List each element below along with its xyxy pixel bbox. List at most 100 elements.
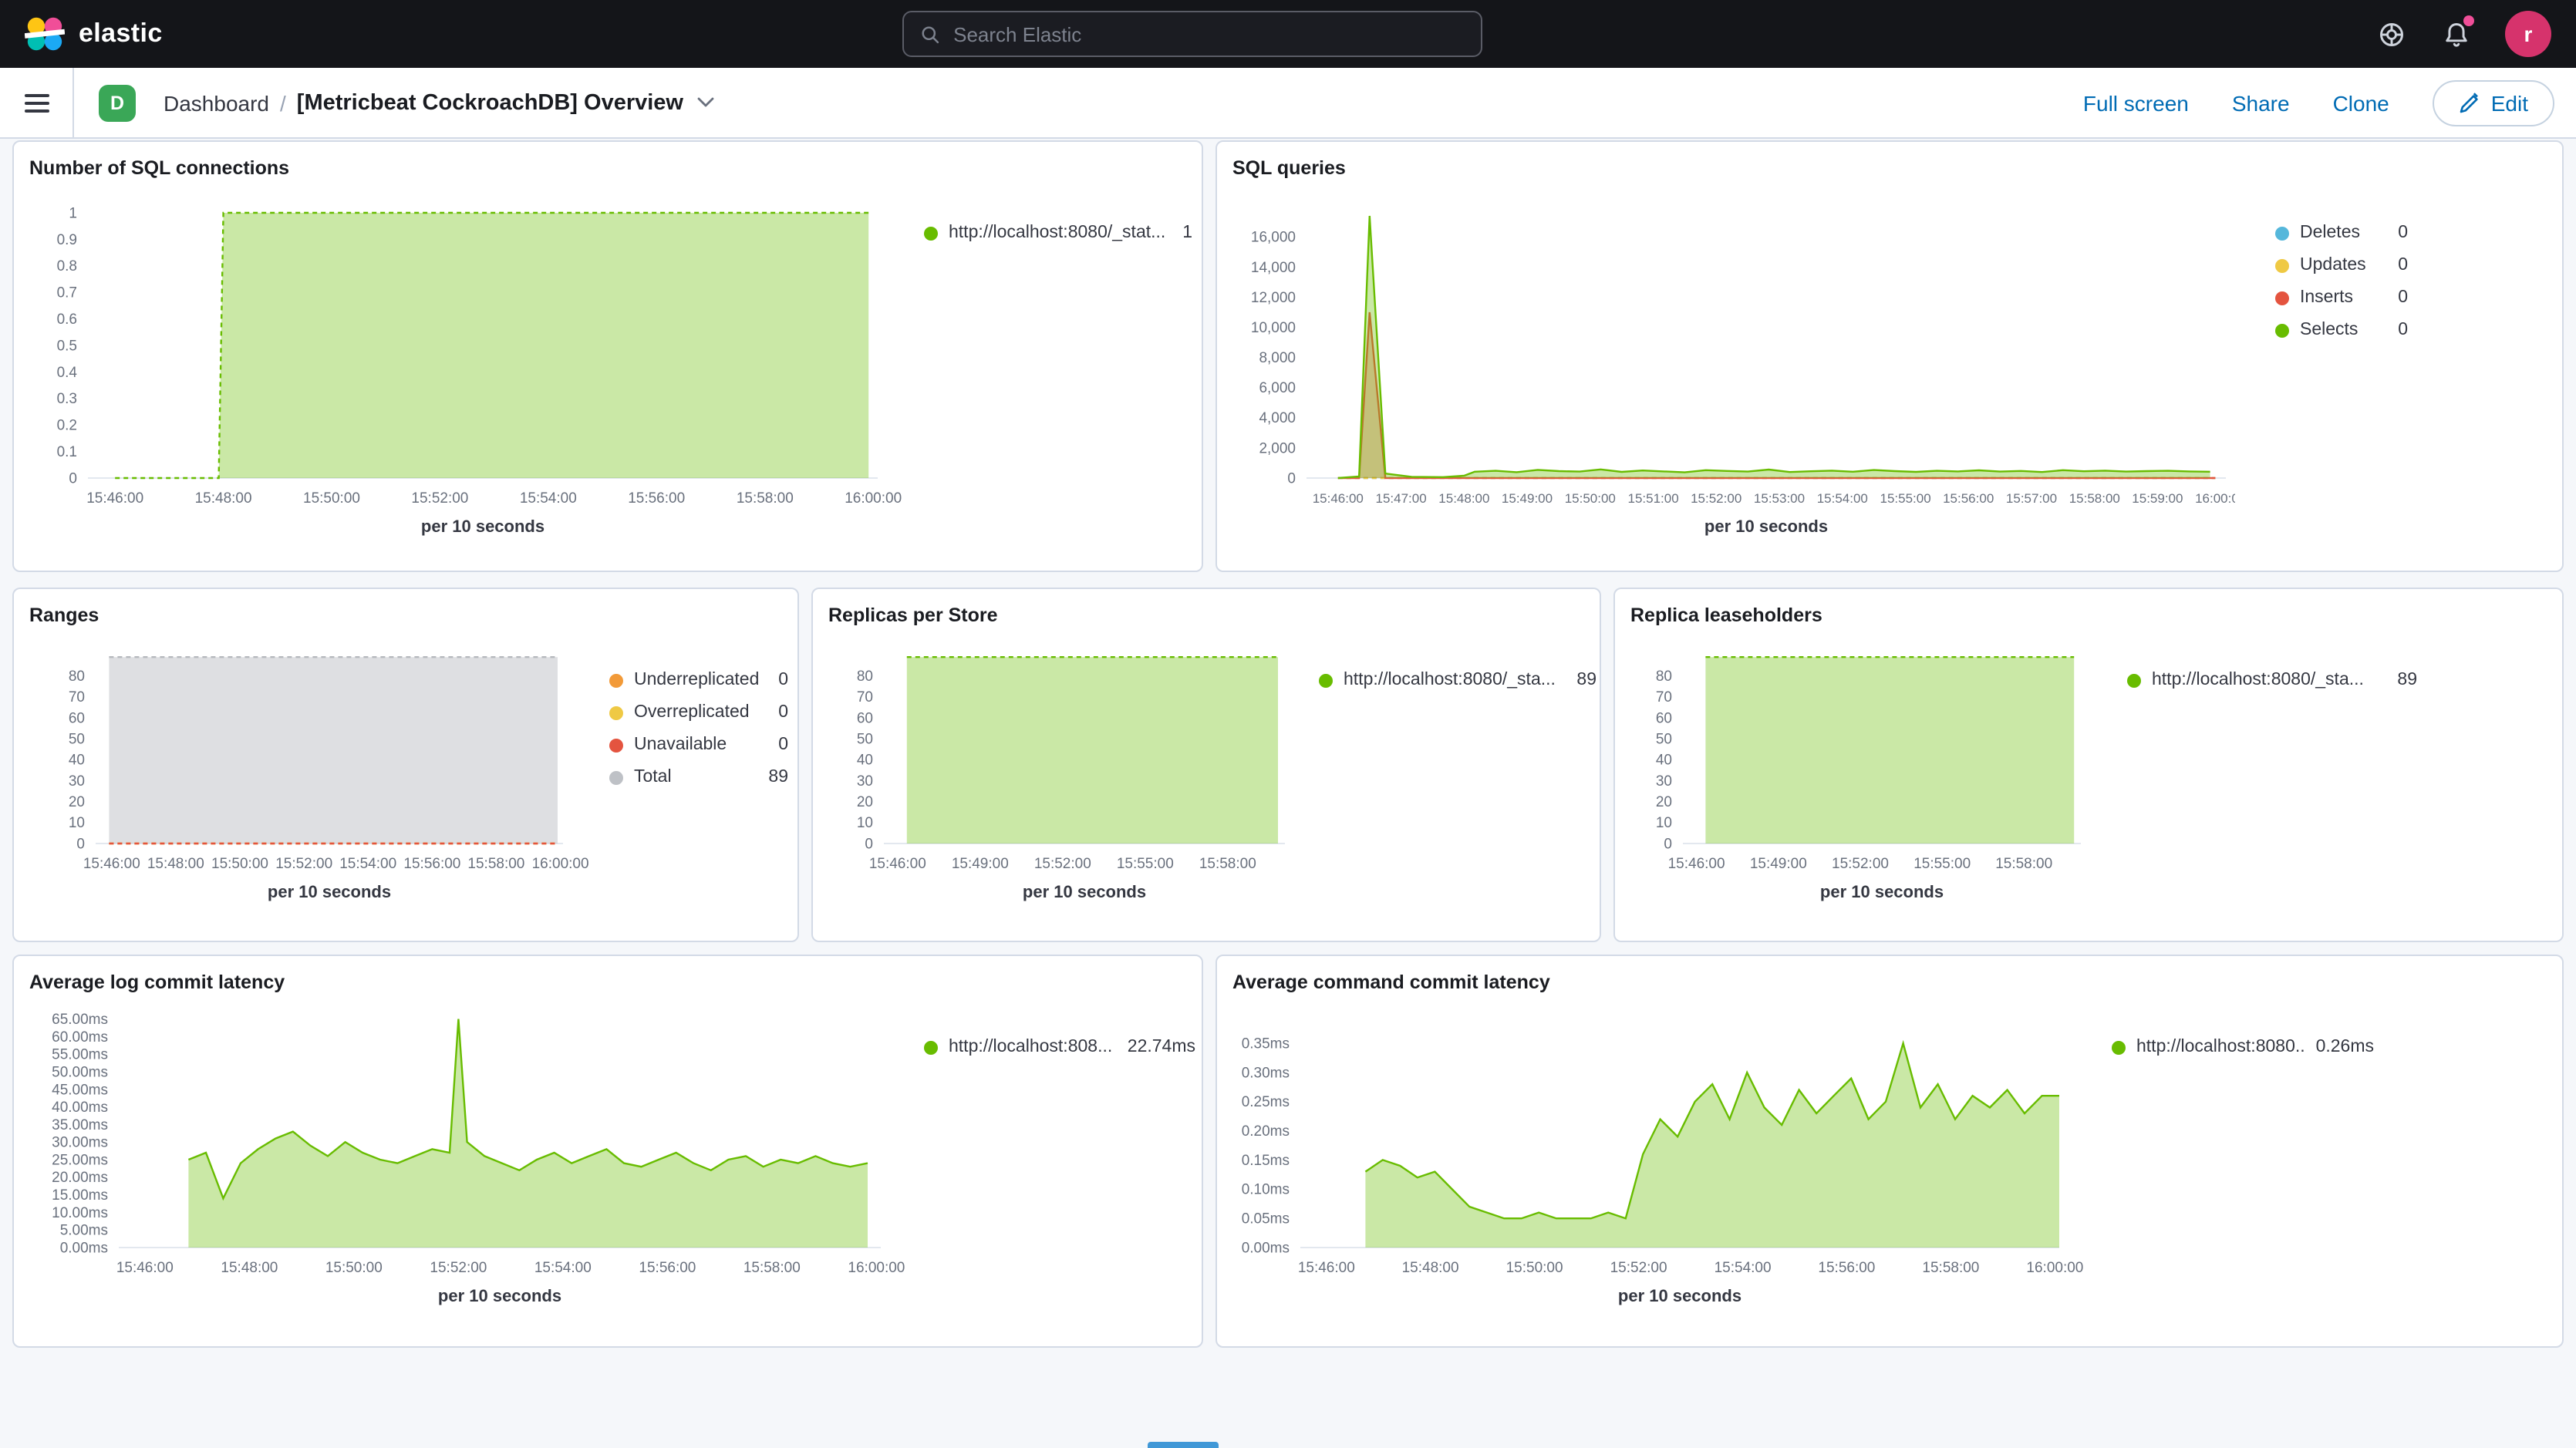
svg-text:15:50:00: 15:50:00 [1565,491,1616,506]
svg-text:10: 10 [857,815,873,831]
svg-text:14,000: 14,000 [1251,260,1296,276]
share-button[interactable]: Share [2232,90,2290,115]
svg-text:0: 0 [76,836,85,852]
legend-item[interactable]: Inserts0 [2275,287,2408,308]
edit-button[interactable]: Edit [2433,79,2554,126]
legend-item[interactable]: http://localhost:8080/_stat...1 [924,222,1192,244]
panel-sql-queries: SQL queries 02,0004,0006,0008,00010,0001… [1216,140,2564,572]
elastic-home-link[interactable]: elastic [25,14,163,54]
clone-button[interactable]: Clone [2333,90,2389,115]
svg-text:16,000: 16,000 [1251,230,1296,246]
chart-plot-area[interactable]: 0.00ms0.05ms0.10ms0.15ms0.20ms0.25ms0.30… [1229,999,2087,1285]
search-input[interactable] [953,22,1465,45]
menu-button[interactable] [0,68,74,137]
svg-text:15.00ms: 15.00ms [52,1187,108,1204]
svg-text:50: 50 [1656,732,1672,748]
legend-item[interactable]: Unavailable0 [609,734,788,756]
legend-item[interactable]: Deletes 0 [2275,222,2408,244]
svg-text:15:58:00: 15:58:00 [743,1260,801,1276]
legend-item[interactable]: http://localhost:808...22.74ms [924,1036,1195,1058]
panel-average-command-commit-latency: Average command commit latency 0.00ms0.0… [1216,955,2564,1348]
chart-plot-area[interactable]: 00.10.20.30.40.50.60.70.80.9115:46:0015:… [26,185,918,515]
legend-series-label: Deletes [2300,222,2387,244]
legend-series-label: Underreplicated [634,669,767,691]
breadcrumb-separator: / [280,90,286,115]
svg-text:50.00ms: 50.00ms [52,1064,108,1080]
legend-item[interactable]: Total89 [609,766,788,788]
svg-text:15:50:00: 15:50:00 [325,1260,383,1276]
notifications-icon[interactable] [2440,19,2471,49]
legend-series-label: http://localhost:8080/_sta... [2152,669,2386,691]
breadcrumb-dashboard[interactable]: Dashboard [164,90,269,115]
legend-series-dot [2275,291,2289,305]
svg-text:70: 70 [69,689,85,705]
svg-text:15:56:00: 15:56:00 [628,490,685,507]
legend-series-label: Updates [2300,254,2387,276]
svg-text:15:46:00: 15:46:00 [1668,856,1725,872]
title-menu-button[interactable] [697,97,714,108]
svg-text:0.10ms: 0.10ms [1242,1182,1290,1198]
svg-text:15:55:00: 15:55:00 [1117,856,1174,872]
legend-series-value: 0.26ms [2316,1036,2374,1058]
legend-item[interactable]: Overreplicated0 [609,702,788,723]
svg-text:35.00ms: 35.00ms [52,1117,108,1133]
user-avatar[interactable]: r [2505,11,2551,57]
help-icon[interactable] [2375,19,2406,49]
chart-plot-area[interactable]: 0102030405060708015:46:0015:49:0015:52:0… [1627,632,2109,881]
legend-series-dot [2127,673,2141,687]
svg-text:0.30ms: 0.30ms [1242,1065,1290,1081]
legend-series-value: 1 [1182,222,1192,244]
svg-text:10,000: 10,000 [1251,320,1296,336]
chart-plot-area[interactable]: 0102030405060708015:46:0015:49:0015:52:0… [825,632,1307,881]
svg-text:2,000: 2,000 [1259,440,1296,456]
chart-plot-area[interactable]: 0.00ms5.00ms10.00ms15.00ms20.00ms25.00ms… [26,999,918,1285]
svg-text:30: 30 [857,773,873,790]
legend-series-dot [609,770,623,784]
global-header: elastic [0,0,2576,68]
legend-item[interactable]: http://localhost:8080...0.26ms [2112,1036,2374,1058]
svg-text:20: 20 [857,794,873,810]
svg-text:50: 50 [857,732,873,748]
svg-text:15:49:00: 15:49:00 [952,856,1009,872]
brand-name: elastic [79,19,163,49]
svg-text:70: 70 [857,689,873,705]
legend-item[interactable]: http://localhost:8080/_sta...89 [1319,669,1597,691]
space-avatar[interactable]: D [99,84,136,121]
legend-series-dot [2275,323,2289,337]
legend-item[interactable]: Underreplicated0 [609,669,788,691]
svg-text:15:54:00: 15:54:00 [534,1260,592,1276]
svg-text:15:54:00: 15:54:00 [1715,1260,1772,1276]
full-screen-button[interactable]: Full screen [2083,90,2189,115]
svg-text:15:46:00: 15:46:00 [1313,491,1364,506]
legend-series-value: 0 [2398,222,2408,244]
svg-text:15:48:00: 15:48:00 [221,1260,278,1276]
legend-series-dot [2112,1040,2126,1054]
svg-text:15:46:00: 15:46:00 [869,856,926,872]
legend-series-label: Inserts [2300,287,2387,308]
svg-text:10: 10 [1656,815,1672,831]
chart-plot-area[interactable]: 02,0004,0006,0008,00010,00012,00014,0001… [1229,185,2235,515]
legend-series-dot [924,1040,938,1054]
legend-series-value: 0 [2398,254,2408,276]
dashboard-toolbar: D Dashboard / [Metricbeat CockroachDB] O… [0,68,2576,139]
svg-text:0.5: 0.5 [57,338,77,354]
legend-item[interactable]: Selects0 [2275,319,2408,341]
svg-text:15:58:00: 15:58:00 [2069,491,2120,506]
panel-title: Replicas per Store [813,589,1600,632]
legend-item[interactable]: http://localhost:8080/_sta...89 [2127,669,2417,691]
legend-item[interactable]: Updates 0 [2275,254,2408,276]
svg-text:15:48:00: 15:48:00 [195,490,252,507]
svg-text:0.2: 0.2 [57,418,77,434]
svg-text:15:50:00: 15:50:00 [1506,1260,1563,1276]
svg-text:60.00ms: 60.00ms [52,1029,108,1046]
global-search[interactable] [902,11,1482,57]
svg-text:15:56:00: 15:56:00 [1943,491,1994,506]
legend-series-dot [924,226,938,240]
svg-text:55.00ms: 55.00ms [52,1047,108,1063]
svg-text:0.4: 0.4 [57,365,78,381]
chart-plot-area[interactable]: 0102030405060708015:46:0015:48:0015:50:0… [26,632,603,881]
legend-series-label: Overreplicated [634,702,767,723]
legend-series-value: 22.74ms [1128,1036,1195,1058]
chart-legend: http://localhost:808...22.74ms [924,999,1195,1058]
legend-series-dot [609,673,623,687]
